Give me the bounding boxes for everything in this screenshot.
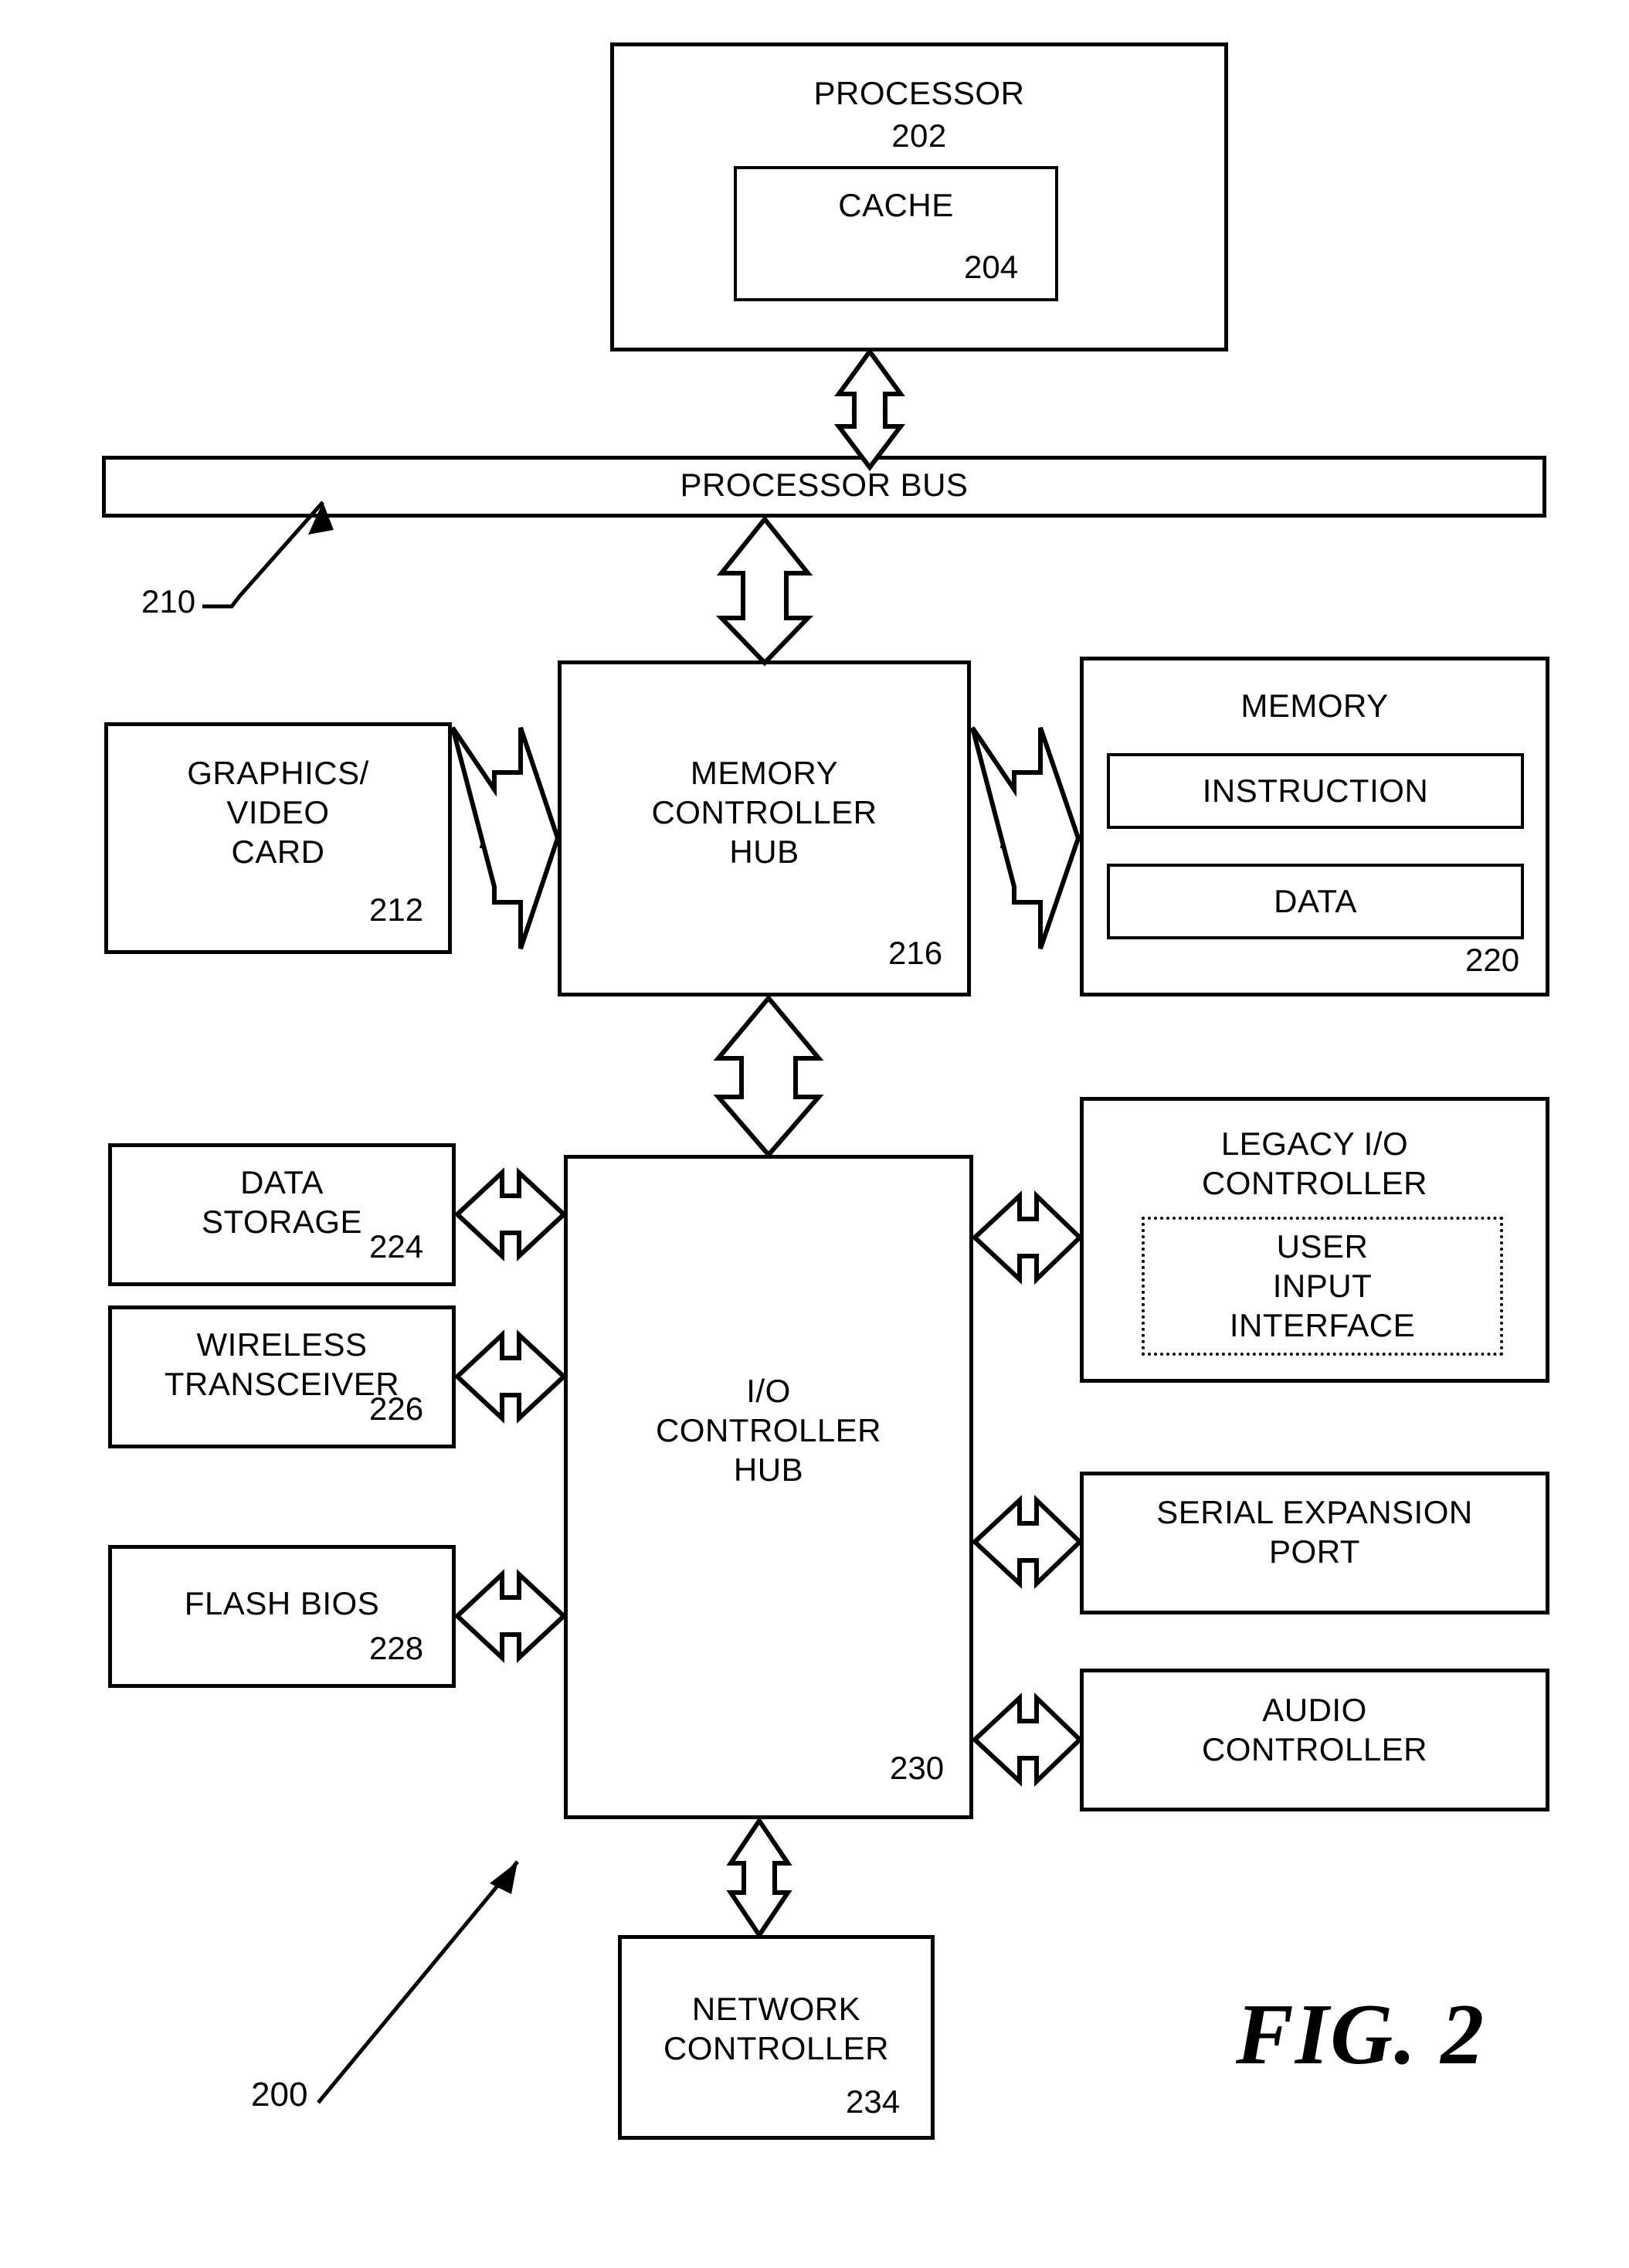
system-ref-200: 200 bbox=[251, 2076, 308, 2114]
wireless-transceiver-ref: 226 bbox=[369, 1390, 424, 1427]
memory-controller-hub-ref: 216 bbox=[888, 935, 943, 971]
legacy-io-controller-label: LEGACY I/O CONTROLLER bbox=[1201, 1126, 1428, 1202]
arrow-ich-to-serial bbox=[971, 1494, 1084, 1590]
serial-expansion-port-label: SERIAL EXPANSION PORT bbox=[1156, 1494, 1473, 1570]
cache-label: CACHE bbox=[838, 187, 954, 223]
user-input-interface-label: USER INPUT INTERFACE bbox=[1229, 1228, 1416, 1344]
figure-canvas: PROCESSOR 202 CACHE 204 PROCESSOR BUS 21… bbox=[0, 0, 1629, 2268]
flash-bios-ref: 228 bbox=[369, 1630, 424, 1666]
flash-bios-label: FLASH BIOS bbox=[184, 1585, 380, 1621]
cache-ref: 204 bbox=[964, 249, 1019, 285]
arrow-processor-to-bus bbox=[833, 347, 906, 471]
arrow-ich-to-network bbox=[726, 1816, 792, 1940]
memory-controller-hub-label: MEMORY CONTROLLER HUB bbox=[651, 755, 877, 871]
arrow-bus-to-mch bbox=[715, 515, 814, 667]
arrow-ich-to-audio bbox=[971, 1692, 1084, 1788]
memory-data-label: DATA bbox=[1274, 883, 1357, 919]
memory-label: MEMORY bbox=[1240, 688, 1389, 724]
processor-bus-ref: 210 bbox=[141, 583, 196, 620]
network-controller-label: NETWORK CONTROLLER bbox=[663, 1991, 890, 2067]
processor-bus-label: PROCESSOR BUS bbox=[680, 467, 969, 503]
io-controller-hub-ref: 230 bbox=[890, 1750, 945, 1786]
processor-label: PROCESSOR bbox=[813, 75, 1025, 111]
arrow-storage-to-ich bbox=[453, 1167, 568, 1261]
graphics-video-card-ref: 212 bbox=[369, 891, 424, 928]
data-storage-ref: 224 bbox=[369, 1228, 424, 1265]
memory-instruction-label: INSTRUCTION bbox=[1202, 772, 1429, 809]
arrow-mch-to-ich bbox=[713, 994, 824, 1159]
network-controller-ref: 234 bbox=[846, 2083, 901, 2120]
arrow-ich-to-legacy bbox=[971, 1190, 1084, 1285]
audio-controller-label: AUDIO CONTROLLER bbox=[1201, 1692, 1428, 1768]
connector-ref-218: 218 bbox=[998, 819, 1054, 855]
figure-caption: FIG. 2 bbox=[1236, 1987, 1486, 2083]
leader-210 bbox=[202, 501, 324, 609]
graphics-video-card-label: GRAPHICS/ VIDEO CARD bbox=[187, 755, 369, 871]
leader-200 bbox=[317, 1860, 519, 2104]
processor-ref: 202 bbox=[891, 117, 947, 154]
connector-ref-214: 214 bbox=[477, 819, 533, 855]
io-controller-hub-label: I/O CONTROLLER HUB bbox=[655, 1373, 882, 1489]
arrow-wireless-to-ich bbox=[453, 1329, 568, 1424]
arrow-flash-to-ich bbox=[453, 1569, 568, 1663]
connector-ref-222: 222 bbox=[741, 1039, 796, 1075]
leader-200-arrowhead bbox=[490, 1862, 518, 1894]
memory-ref: 220 bbox=[1465, 942, 1520, 978]
